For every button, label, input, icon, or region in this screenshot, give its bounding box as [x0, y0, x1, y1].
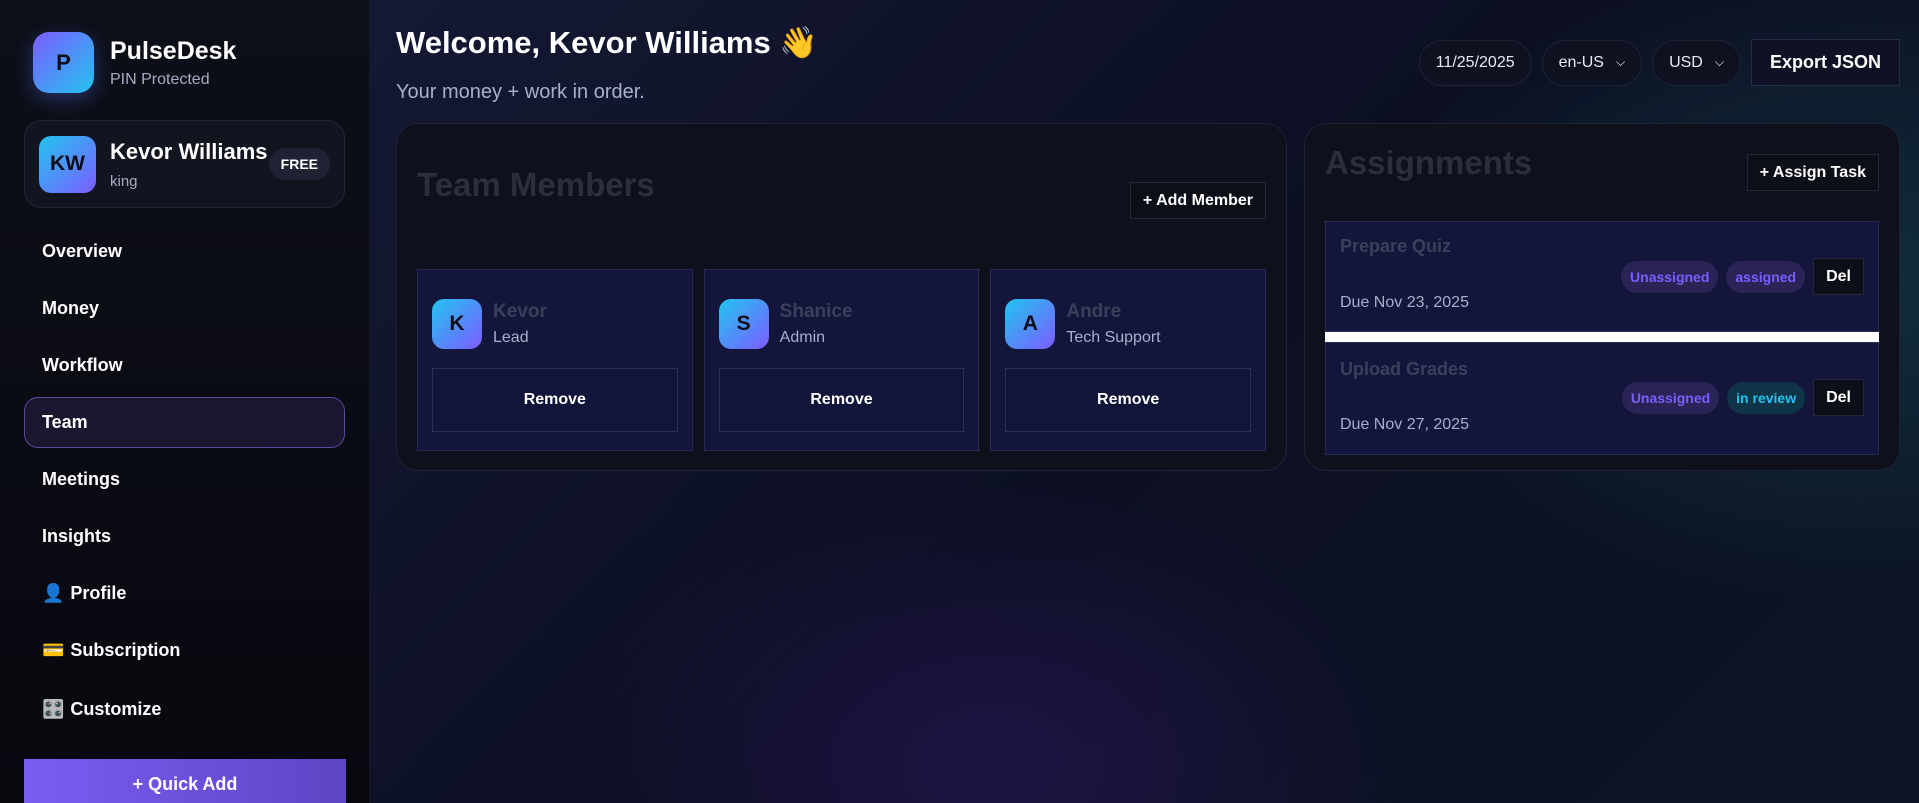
currency-select[interactable]: USD ⌵ [1652, 39, 1741, 86]
remove-member-button[interactable]: Remove [718, 368, 965, 432]
brand-subtitle: PIN Protected [110, 70, 210, 88]
sidebar-item-insights[interactable]: Insights [24, 511, 345, 562]
brand: P PulseDesk PIN Protected [33, 32, 345, 93]
sidebar-item-money[interactable]: Money [24, 283, 345, 334]
member-role: Tech Support [1066, 329, 1161, 346]
control-knobs-icon: 🎛️ [42, 699, 65, 719]
profile-icon: 👤 [42, 583, 65, 603]
sidebar: P PulseDesk PIN Protected KW Kevor Willi… [0, 0, 370, 803]
sidebar-item-label: Subscription [70, 640, 181, 660]
sidebar-item-label: Insights [42, 526, 112, 546]
locale-value: en-US [1558, 53, 1604, 71]
sidebar-item-label: Money [42, 298, 100, 318]
sidebar-item-profile[interactable]: 👤 Profile [24, 568, 345, 619]
member-name: Kevor [493, 301, 547, 322]
list-item: Prepare Quiz Unassigned assigned Del Due… [1325, 221, 1879, 332]
remove-member-button[interactable]: Remove [432, 368, 678, 432]
team-members-title: Team Members [417, 166, 655, 203]
currency-value: USD [1669, 53, 1703, 71]
task-title: Upload Grades [1340, 359, 1469, 379]
assignee-badge: Unassigned [1621, 260, 1719, 293]
locale-select[interactable]: en-US ⌵ [1541, 39, 1643, 86]
member-list: K Kevor Lead Remove S Shanice Admin Remo… [417, 269, 1267, 451]
member-name: Andre [1066, 301, 1122, 322]
sidebar-item-team[interactable]: Team [24, 397, 345, 448]
add-member-button[interactable]: + Add Member [1129, 182, 1266, 219]
sidebar-item-label: Customize [70, 699, 162, 719]
delete-task-button[interactable]: Del [1813, 258, 1864, 295]
sidebar-item-label: Workflow [42, 355, 123, 375]
sidebar-item-label: Meetings [42, 469, 121, 489]
sidebar-item-workflow[interactable]: Workflow [24, 340, 345, 391]
member-role: Admin [779, 329, 826, 346]
page-tagline: Your money + work in order. [396, 81, 645, 103]
divider [1325, 332, 1879, 342]
assignee-badge: Unassigned [1621, 381, 1720, 414]
team-members-panel: Team Members + Add Member K Kevor Lead R… [396, 123, 1287, 471]
brand-name: PulseDesk [110, 36, 237, 65]
sidebar-item-label: Overview [42, 241, 123, 261]
sidebar-item-meetings[interactable]: Meetings [24, 454, 345, 505]
sidebar-item-label: Team [42, 412, 88, 432]
member-avatar: S [718, 299, 769, 349]
assignments-title: Assignments [1325, 144, 1533, 181]
page-title: Welcome, Kevor Williams 👋 [396, 25, 818, 60]
date-value: 11/25/2025 [1435, 53, 1515, 71]
sidebar-item-overview[interactable]: Overview [24, 226, 345, 277]
status-badge: assigned [1726, 260, 1806, 293]
list-item: Upload Grades Unassigned in review Del D… [1325, 342, 1879, 455]
chevron-down-icon: ⌵ [1714, 55, 1724, 69]
sidebar-nav: Overview Money Workflow Team Meetings In… [24, 226, 345, 735]
app-root: P PulseDesk PIN Protected KW Kevor Willi… [0, 0, 1919, 803]
sidebar-item-label: Profile [70, 583, 127, 603]
member-card: K Kevor Lead Remove [417, 269, 693, 451]
panels: Team Members + Add Member K Kevor Lead R… [396, 123, 1900, 471]
sidebar-item-subscription[interactable]: 💳 Subscription [24, 625, 345, 676]
plan-badge: FREE [268, 148, 330, 180]
assignments-panel: Assignments + Assign Task Prepare Quiz U… [1304, 123, 1900, 471]
sidebar-item-customize[interactable]: 🎛️ Customize [24, 684, 345, 735]
member-name: Shanice [779, 301, 853, 322]
remove-member-button[interactable]: Remove [1005, 368, 1252, 432]
quick-add-button[interactable]: + Quick Add [24, 759, 346, 803]
chevron-down-icon: ⌵ [1615, 55, 1626, 69]
member-card: S Shanice Admin Remove [703, 269, 980, 451]
brand-logo: P [33, 32, 94, 93]
task-due-date: Due Nov 27, 2025 [1340, 416, 1469, 433]
delete-task-button[interactable]: Del [1813, 379, 1864, 416]
member-card: A Andre Tech Support Remove [990, 269, 1267, 451]
main-content: Welcome, Kevor Williams 👋 Your money + w… [370, 0, 1919, 803]
avatar: KW [39, 135, 96, 193]
assign-task-button[interactable]: + Assign Task [1746, 154, 1879, 191]
task-due-date: Due Nov 23, 2025 [1340, 294, 1469, 311]
page-header: Welcome, Kevor Williams 👋 Your money + w… [396, 24, 1900, 104]
member-avatar: K [432, 299, 482, 349]
credit-card-icon: 💳 [42, 640, 65, 660]
user-card[interactable]: KW Kevor Williams king FREE [24, 120, 345, 208]
status-badge: in review [1727, 381, 1806, 414]
export-json-button[interactable]: Export JSON [1750, 39, 1900, 86]
user-name: Kevor Williams [110, 138, 268, 164]
header-controls: 11/25/2025 en-US ⌵ USD ⌵ Export JSON [1418, 39, 1900, 86]
date-picker[interactable]: 11/25/2025 [1418, 39, 1532, 86]
member-avatar: A [1005, 299, 1056, 349]
task-list: Prepare Quiz Unassigned assigned Del Due… [1325, 221, 1879, 455]
member-role: Lead [493, 329, 529, 346]
user-handle: king [110, 172, 138, 190]
task-title: Prepare Quiz [1340, 236, 1452, 256]
